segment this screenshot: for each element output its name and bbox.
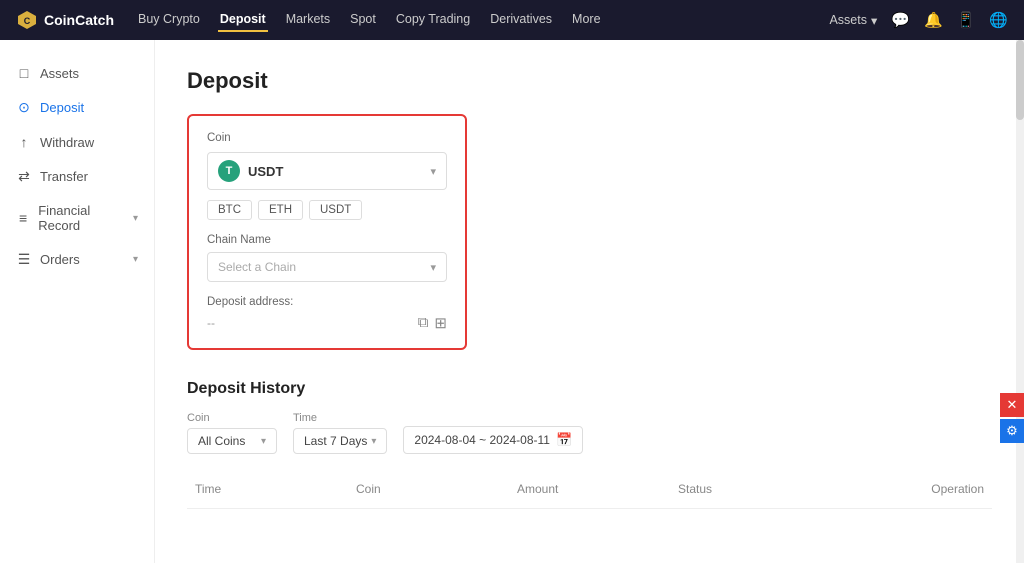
scrollbar[interactable]: [1016, 40, 1024, 563]
message-icon[interactable]: 💬: [891, 11, 910, 29]
coin-filter-group: Coin All Coins ▾: [187, 412, 277, 454]
table-header: Time Coin Amount Status Operation: [187, 470, 992, 509]
time-filter-group: Time Last 7 Days ▾: [293, 412, 387, 454]
deposit-icon: ⊙: [16, 99, 32, 116]
coin-tab-eth[interactable]: ETH: [258, 200, 303, 220]
address-row: -- ⧉ ⊞: [207, 314, 447, 332]
brand-logo[interactable]: C CoinCatch: [16, 9, 116, 31]
address-icons: ⧉ ⊞: [418, 314, 447, 332]
orders-icon: ☰: [16, 251, 32, 268]
nav-deposit[interactable]: Deposit: [218, 8, 268, 32]
th-coin: Coin: [348, 478, 509, 500]
brand-name: CoinCatch: [44, 12, 114, 28]
address-label: Deposit address:: [207, 296, 447, 308]
sidebar-item-assets-label: Assets: [40, 66, 79, 81]
transfer-icon: ⇄: [16, 168, 32, 185]
financial-record-icon: ≡: [16, 210, 30, 226]
coin-filter-label: Coin: [187, 412, 277, 424]
close-widget-button[interactable]: ✕: [1000, 393, 1024, 417]
chevron-down-icon: ▾: [371, 436, 376, 447]
scroll-thumb: [1016, 40, 1024, 120]
history-title: Deposit History: [187, 380, 992, 398]
sidebar-item-orders-label: Orders: [40, 252, 80, 267]
sidebar-item-deposit-label: Deposit: [40, 100, 84, 115]
coin-logo: T: [218, 160, 240, 182]
deposit-card: Coin T USDT ▾ BTC ETH USDT Chain Nam: [187, 114, 467, 350]
chevron-down-icon: ▾: [430, 165, 436, 178]
sidebar-item-transfer-label: Transfer: [40, 169, 88, 184]
sidebar-item-transfer[interactable]: ⇄ Transfer: [0, 159, 154, 194]
nav-derivatives[interactable]: Derivatives: [488, 8, 554, 32]
nav-copy-trading[interactable]: Copy Trading: [394, 8, 472, 32]
chevron-down-icon: ▾: [430, 261, 436, 274]
nav-buy-crypto[interactable]: Buy Crypto: [136, 8, 202, 32]
nav-more[interactable]: More: [570, 8, 602, 32]
qrcode-icon[interactable]: ⊞: [434, 314, 447, 332]
th-amount: Amount: [509, 478, 670, 500]
settings-widget-button[interactable]: ⚙: [1000, 419, 1024, 443]
history-filters: Coin All Coins ▾ Time Last 7 Days ▾ 202: [187, 412, 992, 454]
chevron-down-icon: ▾: [871, 13, 877, 28]
sidebar-item-orders[interactable]: ☰ Orders ▾: [0, 242, 154, 277]
chain-placeholder: Select a Chain: [218, 260, 430, 274]
withdraw-icon: ↑: [16, 134, 32, 150]
th-operation: Operation: [831, 478, 992, 500]
sidebar-item-withdraw[interactable]: ↑ Withdraw: [0, 125, 154, 159]
coin-tab-usdt[interactable]: USDT: [309, 200, 362, 220]
coin-tab-btc[interactable]: BTC: [207, 200, 252, 220]
phone-icon[interactable]: 📱: [957, 11, 976, 29]
address-value: --: [207, 316, 410, 330]
chevron-down-icon: ▾: [133, 213, 138, 224]
history-section: Deposit History Coin All Coins ▾ Time La…: [187, 380, 992, 563]
th-status: Status: [670, 478, 831, 500]
time-filter-label: Time: [293, 412, 387, 424]
time-filter-select[interactable]: Last 7 Days ▾: [293, 428, 387, 454]
th-time: Time: [187, 478, 348, 500]
coin-tabs: BTC ETH USDT: [207, 200, 447, 220]
right-widgets: ✕ ⚙: [1000, 393, 1024, 443]
sidebar: □ Assets ⊙ Deposit ↑ Withdraw ⇄ Transfer…: [0, 40, 155, 563]
chevron-down-icon: ▾: [261, 436, 266, 447]
globe-icon[interactable]: 🌐: [989, 11, 1008, 29]
coin-selector[interactable]: T USDT ▾: [207, 152, 447, 190]
copy-icon[interactable]: ⧉: [418, 314, 429, 332]
svg-text:C: C: [24, 16, 31, 26]
nav-spot[interactable]: Spot: [348, 8, 378, 32]
topnav-links: Buy Crypto Deposit Markets Spot Copy Tra…: [136, 8, 809, 32]
topnav-right: Assets ▾ 💬 🔔 📱 🌐: [829, 11, 1008, 29]
sidebar-item-financial-record[interactable]: ≡ Financial Record ▾: [0, 194, 154, 242]
coin-filter-select[interactable]: All Coins ▾: [187, 428, 277, 454]
main-layout: □ Assets ⊙ Deposit ↑ Withdraw ⇄ Transfer…: [0, 40, 1024, 563]
sidebar-item-withdraw-label: Withdraw: [40, 135, 94, 150]
sidebar-item-deposit[interactable]: ⊙ Deposit: [0, 90, 154, 125]
notification-icon[interactable]: 🔔: [924, 11, 943, 29]
coin-label: Coin: [207, 132, 447, 144]
chain-label: Chain Name: [207, 234, 447, 246]
topnav: C CoinCatch Buy Crypto Deposit Markets S…: [0, 0, 1024, 40]
assets-button[interactable]: Assets ▾: [829, 13, 877, 28]
date-range-group: 2024-08-04 ~ 2024-08-11 📅: [403, 426, 583, 454]
date-range-picker[interactable]: 2024-08-04 ~ 2024-08-11 📅: [403, 426, 583, 454]
chain-selector[interactable]: Select a Chain ▾: [207, 252, 447, 282]
empty-illustration: [545, 549, 635, 563]
sidebar-item-assets[interactable]: □ Assets: [0, 56, 154, 90]
page-title: Deposit: [187, 68, 992, 94]
nav-markets[interactable]: Markets: [284, 8, 332, 32]
empty-state: [187, 509, 992, 563]
sidebar-item-financial-label: Financial Record: [38, 203, 125, 233]
coin-name: USDT: [248, 164, 422, 179]
main-content: Deposit Coin T USDT ▾ BTC ETH USDT: [155, 40, 1024, 563]
chevron-down-icon: ▾: [133, 254, 138, 265]
calendar-icon: 📅: [556, 432, 572, 448]
assets-icon: □: [16, 65, 32, 81]
